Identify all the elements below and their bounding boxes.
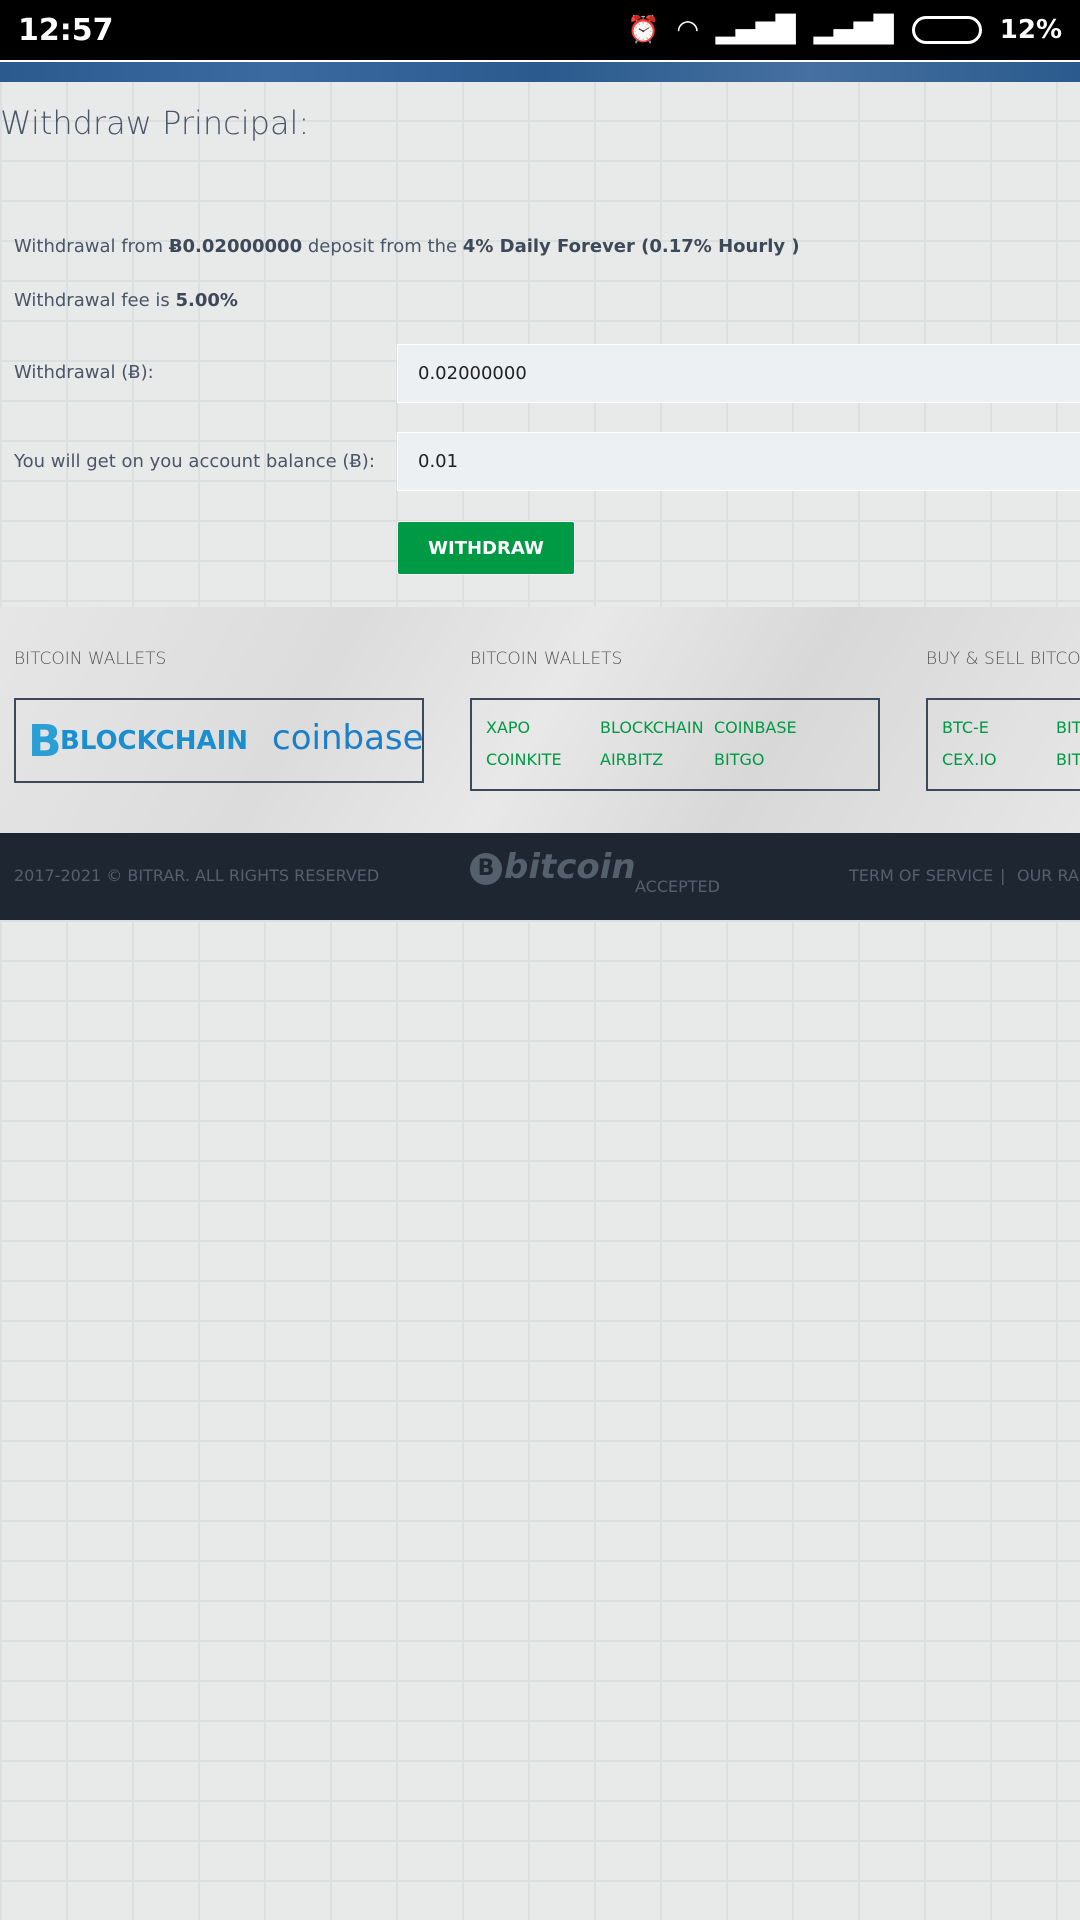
wallet-logos-box[interactable]: B BLOCKCHAIN coinbase xyxy=(14,698,424,783)
battery-icon xyxy=(911,16,982,44)
wifi-icon: ◠ xyxy=(677,15,698,45)
link-xapo[interactable]: XAPO xyxy=(486,718,530,737)
deposit-info: Withdrawal from Ƀ0.02000000 deposit from… xyxy=(14,236,800,257)
col1-heading: BITCOIN WALLETS xyxy=(14,649,167,669)
withdrawal-label: Withdrawal (Ƀ): xyxy=(14,362,154,383)
coinbase-logo[interactable]: coinbase xyxy=(272,718,424,758)
signal-icon-2: ▂▄▆█ xyxy=(813,15,894,45)
withdraw-button[interactable]: WITHDRAW xyxy=(397,521,575,575)
page-title: Withdraw Principal: xyxy=(0,104,310,142)
col3-heading: BUY & SELL BITCO xyxy=(926,649,1080,669)
links-section: BITCOIN WALLETS B BLOCKCHAIN coinbase BI… xyxy=(0,607,1080,833)
wallets-box: XAPO BLOCKCHAIN COINBASE COINKITE AIRBIT… xyxy=(470,698,880,791)
balance-label: You will get on you account balance (Ƀ): xyxy=(14,451,375,472)
withdrawal-input[interactable]: 0.02000000 xyxy=(397,344,1080,403)
blockchain-logo-icon: B xyxy=(28,716,62,767)
link-coinbase[interactable]: COINBASE xyxy=(714,718,797,737)
link-airbitz[interactable]: AIRBITZ xyxy=(600,750,663,769)
link-bitgo[interactable]: BITGO xyxy=(714,750,764,769)
header-banner xyxy=(0,60,1080,82)
link-blockchain[interactable]: BLOCKCHAIN xyxy=(600,718,704,737)
fee-info: Withdrawal fee is 5.00% xyxy=(14,290,238,311)
battery-percent: 12% xyxy=(999,15,1062,45)
status-bar: 12:57 ⏰ ◠ ▂▄▆█ ▂▄▆█ 12% xyxy=(0,0,1080,60)
rates-link[interactable]: OUR RA xyxy=(1017,866,1079,885)
link-btc-e[interactable]: BTC-E xyxy=(942,718,989,737)
link-coinkite[interactable]: COINKITE xyxy=(486,750,562,769)
copyright: 2017-2021 © BITRAR. ALL RIGHTS RESERVED xyxy=(14,866,380,885)
link-bit-1[interactable]: BIT xyxy=(1056,718,1080,737)
terms-link[interactable]: TERM OF SERVICE xyxy=(849,866,993,885)
footer: 2017-2021 © BITRAR. ALL RIGHTS RESERVED … xyxy=(0,833,1080,920)
bitcoin-logo: bitcoin xyxy=(504,847,636,887)
footer-separator: | xyxy=(1000,866,1006,885)
link-cex-io[interactable]: CEX.IO xyxy=(942,750,997,769)
bitcoin-icon: B xyxy=(470,853,502,885)
col2-heading: BITCOIN WALLETS xyxy=(470,649,623,669)
accepted-label: ACCEPTED xyxy=(635,877,720,896)
link-bit-2[interactable]: BIT xyxy=(1056,750,1080,769)
clock: 12:57 xyxy=(18,12,114,48)
signal-icon: ▂▄▆█ xyxy=(715,15,796,45)
balance-input[interactable]: 0.01 xyxy=(397,432,1080,491)
blockchain-logo[interactable]: BLOCKCHAIN xyxy=(60,726,248,756)
exchanges-box: BTC-E BIT CEX.IO BIT xyxy=(926,698,1080,791)
alarm-icon: ⏰ xyxy=(627,15,660,45)
